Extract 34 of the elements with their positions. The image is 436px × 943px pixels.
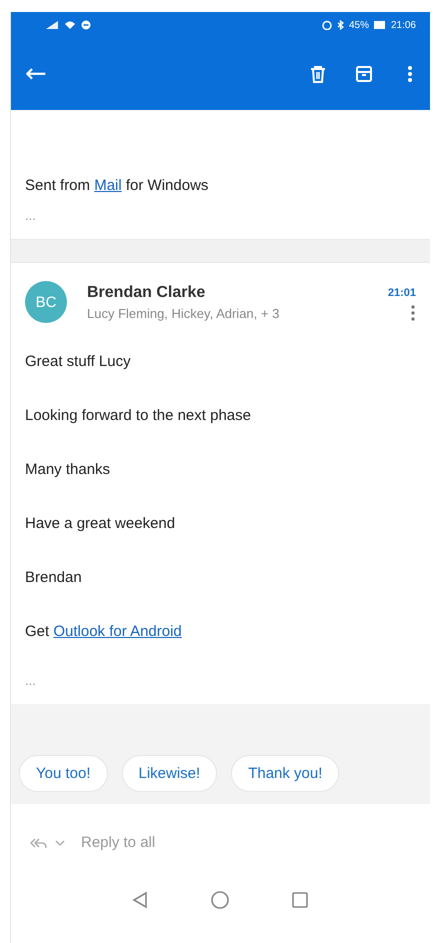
message-time: 21:01	[388, 287, 416, 299]
delete-icon[interactable]	[308, 64, 328, 84]
link[interactable]: Mail	[94, 177, 122, 194]
signature-text: Get Outlook for Android	[25, 622, 183, 642]
back-button[interactable]: ←	[19, 59, 53, 89]
body-text: Many thanks	[25, 460, 112, 480]
reply-all-icon[interactable]	[29, 836, 47, 848]
show-more-button[interactable]: ...	[25, 659, 36, 704]
signal-icon	[45, 20, 59, 30]
caret-icon[interactable]	[55, 840, 65, 846]
show-more-button[interactable]: ...	[25, 200, 36, 231]
body-text: Looking forward to the next phase	[25, 406, 252, 426]
archive-icon[interactable]	[354, 64, 374, 84]
recipients: Lucy Fleming, Hickey, Adrian, + 3	[87, 306, 280, 320]
status-time: 21:06	[390, 20, 416, 30]
signature-text: Sent from Mail for Windows	[25, 176, 210, 196]
home-icon[interactable]	[210, 890, 230, 910]
sender-name: Brendan Clarke	[87, 284, 206, 302]
wifi-icon	[64, 20, 76, 30]
battery-icon	[374, 21, 386, 29]
quick-reply-chip[interactable]: Likewise!	[122, 755, 218, 792]
link[interactable]: Outlook for Android	[53, 623, 182, 640]
reply-button[interactable]: Reply to all	[73, 834, 156, 851]
more-icon[interactable]	[410, 305, 416, 321]
quick-reply-chip[interactable]: Thank you!	[231, 755, 340, 792]
battery-percentage: 45%	[348, 20, 369, 30]
body-text: Brendan	[25, 568, 83, 588]
body-text: Have a great weekend	[25, 514, 176, 534]
bluetooth-icon	[336, 20, 344, 30]
notification-icon	[81, 20, 91, 30]
recents-icon[interactable]	[290, 890, 310, 910]
quick-reply-chip[interactable]: You too!	[19, 755, 108, 792]
body-text: Great stuff Lucy	[25, 352, 132, 372]
avatar: BC	[25, 281, 67, 323]
